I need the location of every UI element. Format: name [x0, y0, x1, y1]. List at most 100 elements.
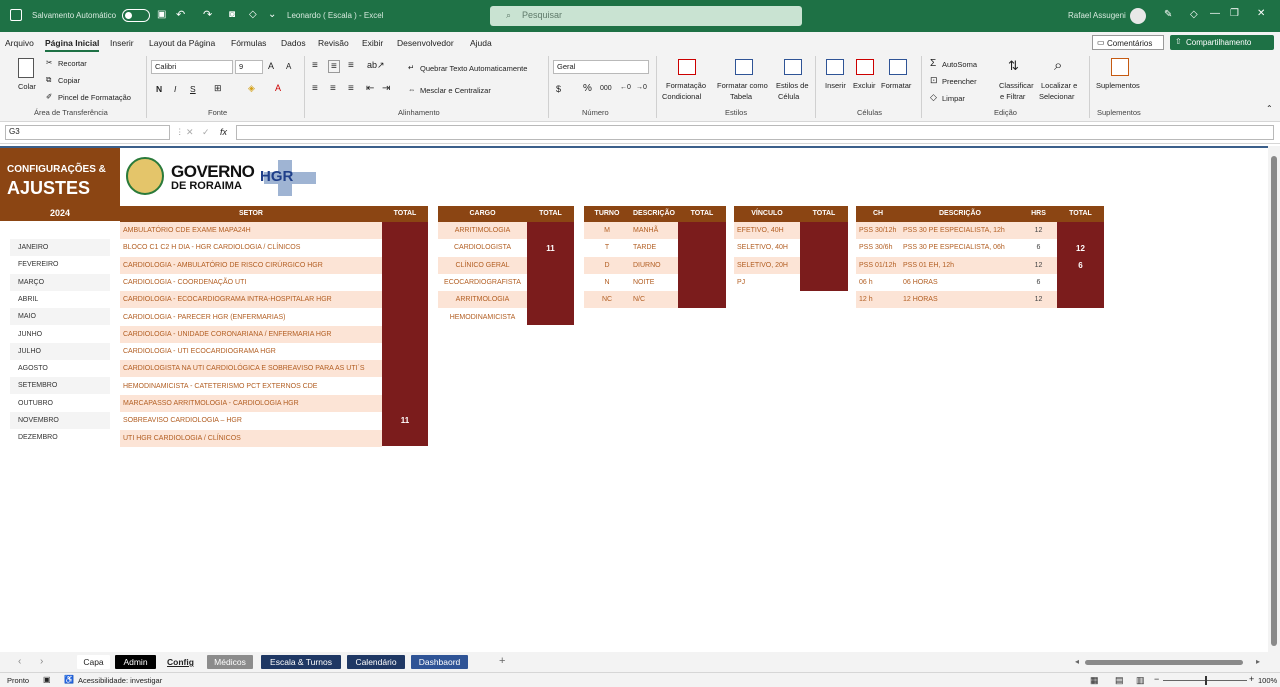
turno-code[interactable]: N	[584, 274, 630, 291]
merge-center-button[interactable]: Mesclar e Centralizar	[420, 86, 491, 95]
font-size-select[interactable]: 9	[235, 60, 263, 74]
formula-input[interactable]	[236, 125, 1274, 140]
conditional-format-label2[interactable]: Condicional	[662, 92, 701, 101]
close-icon[interactable]: ✕	[1257, 8, 1265, 19]
comments-button[interactable]: ▭ Comentários	[1092, 35, 1164, 50]
setor-row[interactable]: CARDIOLOGIA - AMBULATÓRIO DE RISCO CIRÚR…	[120, 256, 382, 274]
align-center-icon[interactable]: ≡	[330, 83, 336, 94]
wrap-text-button[interactable]: Quebrar Texto Automaticamente	[420, 64, 527, 73]
ch-hrs[interactable]: 6	[1020, 274, 1057, 291]
setor-row[interactable]: MARCAPASSO ARRITMOLOGIA - CARDIOLOGIA HG…	[120, 395, 382, 412]
clear-icon[interactable]: ◇	[930, 92, 937, 103]
fill-button[interactable]: Preencher	[942, 77, 977, 86]
macro-icon[interactable]: ▣	[43, 675, 51, 684]
find-select-icon[interactable]: ⌕	[1054, 57, 1062, 74]
avatar[interactable]	[1130, 8, 1146, 24]
sort-filter-button[interactable]: Classificar	[999, 81, 1034, 90]
number-format-select[interactable]: Geral	[553, 60, 649, 74]
sort-filter-icon[interactable]: ⇅	[1008, 58, 1019, 74]
pen-icon[interactable]: ✎	[1164, 9, 1172, 20]
menu-formulas[interactable]: Fórmulas	[231, 38, 266, 48]
page-break-icon[interactable]: ▥	[1136, 675, 1145, 686]
find-select-button[interactable]: Localizar e	[1041, 81, 1077, 90]
ch-desc[interactable]: PSS 30 PE ESPECIALISTA, 06h	[900, 239, 1020, 256]
tab-m-dicos[interactable]: Médicos	[207, 655, 253, 669]
setor-row[interactable]: CARDIOLOGIA - PARECER HGR (ENFERMARIAS)	[120, 309, 382, 326]
format-cells-button[interactable]: Formatar	[881, 81, 911, 90]
ch-hrs[interactable]: 6	[1020, 239, 1057, 256]
month-row[interactable]: JUNHO	[10, 325, 110, 343]
ch-hrs[interactable]: 12	[1020, 222, 1057, 239]
cargo-row[interactable]: HEMODINAMICISTA	[438, 309, 527, 326]
autosave-toggle[interactable]	[122, 9, 150, 22]
copy-button[interactable]: Copiar	[58, 76, 80, 85]
format-table-icon[interactable]	[735, 59, 753, 75]
cargo-row[interactable]: CARDIOLOGISTA	[438, 239, 527, 256]
month-row[interactable]: AGOSTO	[10, 360, 110, 378]
ch-code[interactable]: PSS 01/12h	[856, 256, 900, 274]
fill-color-icon[interactable]: ◈	[248, 83, 255, 94]
shrink-font-button[interactable]: A	[286, 62, 291, 71]
horizontal-scroll-thumb[interactable]	[1085, 660, 1243, 665]
paste-button[interactable]: Colar	[18, 82, 36, 91]
align-top-icon[interactable]: ≡	[312, 60, 318, 71]
copy-icon[interactable]: ⧉	[46, 75, 51, 85]
format-cells-icon[interactable]	[889, 59, 907, 75]
turno-desc[interactable]: NOITE	[630, 274, 678, 291]
turno-code[interactable]: M	[584, 222, 630, 239]
ch-hrs[interactable]: 12	[1020, 256, 1057, 274]
setor-row[interactable]: HEMODINAMICISTA - CATETERISMO PCT EXTERN…	[120, 378, 382, 395]
cancel-icon[interactable]: ✕	[186, 127, 194, 138]
turno-desc[interactable]: TARDE	[630, 239, 678, 256]
bold-button[interactable]: N	[156, 84, 162, 94]
vertical-scrollbar[interactable]	[1268, 146, 1280, 652]
menu-layout[interactable]: Layout da Página	[149, 38, 215, 48]
tab-escala-turnos[interactable]: Escala & Turnos	[261, 655, 341, 669]
minimize-icon[interactable]: —	[1210, 8, 1220, 19]
zoom-level[interactable]: 100%	[1258, 676, 1277, 685]
autosum-button[interactable]: AutoSoma	[942, 60, 977, 69]
redo-icon[interactable]: ↷	[203, 8, 212, 21]
cell-styles-icon[interactable]	[784, 59, 802, 75]
autosum-icon[interactable]: Σ	[930, 58, 936, 69]
cargo-row[interactable]: ARRITMOLOGIA	[438, 291, 527, 309]
font-name-select[interactable]: Calibri	[151, 60, 233, 74]
month-row[interactable]: DEZEMBRO	[10, 429, 110, 447]
undo-icon[interactable]: ↶	[176, 8, 185, 21]
find-select-label2[interactable]: Selecionar	[1039, 92, 1074, 101]
month-row[interactable]: JANEIRO	[10, 239, 110, 256]
insert-cells-button[interactable]: Inserir	[825, 81, 846, 90]
wrap-icon[interactable]: ↵	[408, 63, 414, 72]
ch-desc[interactable]: PSS 30 PE ESPECIALISTA, 12h	[900, 222, 1020, 239]
tab-prev-icon[interactable]: ‹	[18, 656, 21, 667]
grow-font-button[interactable]: A	[268, 61, 274, 71]
menu-ajuda[interactable]: Ajuda	[470, 38, 492, 48]
menu-exibir[interactable]: Exibir	[362, 38, 383, 48]
format-table-button[interactable]: Formatar como	[717, 81, 768, 90]
sort-filter-label2[interactable]: e Filtrar	[1000, 92, 1025, 101]
indent-icon[interactable]: ⇤	[366, 83, 374, 94]
align-middle-icon[interactable]: ≡	[328, 60, 340, 73]
brush-icon[interactable]: ✐	[46, 92, 52, 101]
month-row[interactable]: JULHO	[10, 342, 110, 360]
outdent-icon[interactable]: ⇥	[382, 83, 390, 94]
month-row[interactable]: OUTUBRO	[10, 394, 110, 412]
addins-button[interactable]: Suplementos	[1096, 81, 1140, 90]
border-icon[interactable]: ⊞	[214, 83, 222, 94]
setor-row[interactable]: UTI HGR CARDIOLOGIA / CLÍNICOS	[120, 429, 382, 447]
menu-desenvolvedor[interactable]: Desenvolvedor	[397, 38, 454, 48]
fill-icon[interactable]: ⊡	[930, 75, 938, 86]
page-layout-icon[interactable]: ▤	[1115, 675, 1124, 686]
turno-desc[interactable]: N/C	[630, 291, 678, 309]
cargo-row[interactable]: CLÍNICO GERAL	[438, 256, 527, 274]
vinculo-row[interactable]: SELETIVO, 40H	[734, 239, 800, 256]
italic-button[interactable]: I	[174, 84, 176, 94]
turno-code[interactable]: NC	[584, 291, 630, 309]
vertical-scroll-thumb[interactable]	[1271, 156, 1277, 646]
month-row[interactable]: MAIO	[10, 308, 110, 326]
cargo-row[interactable]: ECOCARDIOGRAFISTA	[438, 274, 527, 291]
setor-row[interactable]: AMBULATÓRIO CDE EXAME MAPA24H	[120, 222, 382, 239]
month-row[interactable]: FEVEREIRO	[10, 256, 110, 274]
ch-desc[interactable]: 06 HORAS	[900, 274, 1020, 291]
insert-cells-icon[interactable]	[826, 59, 844, 75]
